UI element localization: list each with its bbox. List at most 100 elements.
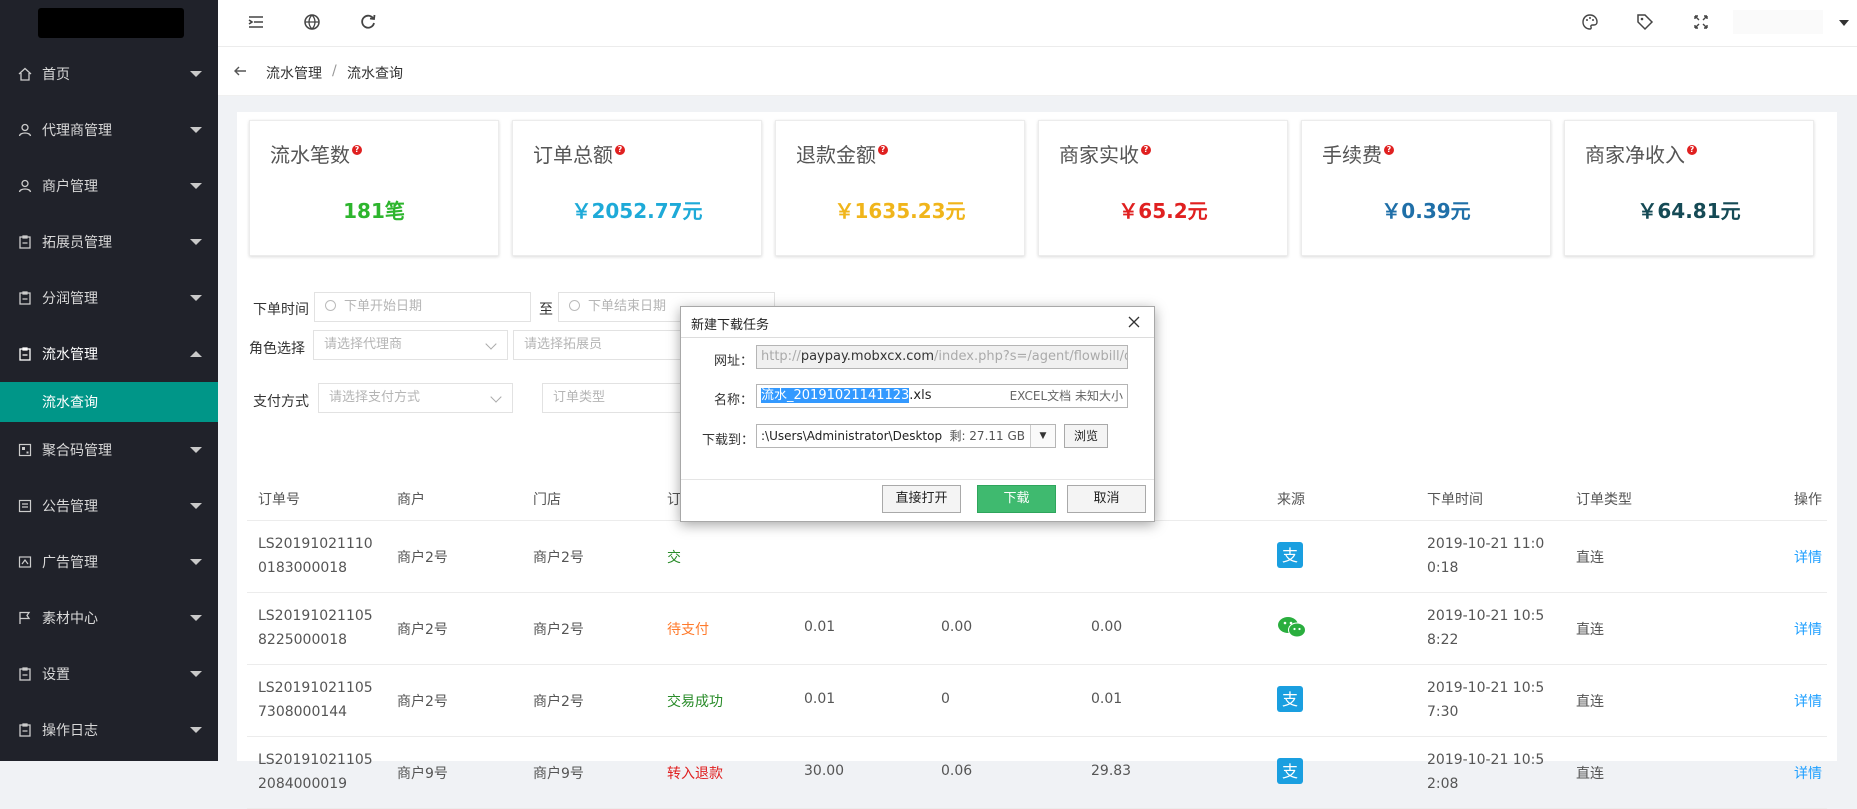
- stat-title: 商家实收?: [1059, 139, 1151, 168]
- cell-amount: 0.01: [804, 691, 836, 707]
- stat-title-text: 退款金额: [796, 143, 876, 167]
- th-status: 订: [667, 492, 681, 508]
- pay-method-select[interactable]: 请选择支付方式: [318, 383, 513, 413]
- sidebar-item-settings[interactable]: 设置: [0, 646, 218, 702]
- help-icon[interactable]: ?: [1141, 145, 1151, 155]
- detail-link[interactable]: 详情: [1794, 691, 1822, 711]
- clipboard-icon: [19, 291, 31, 305]
- theme-icon[interactable]: [1580, 12, 1600, 32]
- order-type-placeholder: 订单类型: [553, 390, 606, 405]
- cell-order-no: LS201910211058225000018: [258, 608, 373, 648]
- sidebar-item-flow[interactable]: 流水管理: [0, 326, 218, 382]
- stat-value: ￥64.81元: [1637, 199, 1741, 223]
- notice-icon: [18, 499, 32, 513]
- expander-select[interactable]: 请选择拓展员: [513, 330, 708, 360]
- cell-merchant: 商户9号: [397, 766, 448, 782]
- sidebar-item-profit[interactable]: 分润管理: [0, 270, 218, 326]
- cell-net: 29.83: [1091, 763, 1132, 779]
- caret-down-icon: [190, 615, 202, 621]
- url-field: http://paypay.mobxcx.com/index.php?s=/ag…: [756, 345, 1128, 369]
- cell-time: 2019-10-21 11:00:18: [1427, 536, 1545, 576]
- stat-title-text: 手续费: [1322, 143, 1382, 167]
- sidebar-item-log[interactable]: 操作日志: [0, 702, 218, 758]
- stat-card-count: 流水笔数? 181笔: [249, 120, 499, 256]
- cell-time: 2019-10-21 10:52:08: [1427, 752, 1545, 792]
- stat-card-order-total: 订单总额? ￥2052.77元: [512, 120, 762, 256]
- cell-fee: 0: [941, 691, 950, 707]
- help-icon[interactable]: ?: [1384, 145, 1394, 155]
- refresh-icon[interactable]: [358, 12, 378, 32]
- sidebar-subitem-flow-query[interactable]: 流水查询: [0, 382, 218, 422]
- tag-icon[interactable]: [1635, 12, 1655, 32]
- stat-title: 手续费?: [1322, 139, 1394, 168]
- dialog-header: 新建下载任务: [681, 307, 1154, 338]
- detail-link[interactable]: 详情: [1794, 547, 1822, 567]
- stat-title: 订单总额?: [533, 139, 625, 168]
- cell-fee: 0.00: [941, 619, 973, 635]
- detail-link[interactable]: 详情: [1794, 763, 1822, 783]
- sidebar-item-notice[interactable]: 公告管理: [0, 478, 218, 534]
- sidebar-item-label: 首页: [42, 67, 70, 83]
- sidebar-item-label: 代理商管理: [42, 123, 112, 139]
- back-arrow-icon[interactable]: [232, 63, 248, 79]
- user-menu[interactable]: [1733, 10, 1823, 34]
- wechat-icon: [1278, 617, 1306, 638]
- breadcrumb: 流水管理 / 流水查询: [218, 47, 1857, 96]
- dropdown-arrow-icon[interactable]: ▼: [1030, 425, 1055, 447]
- caret-down-icon: [190, 127, 202, 133]
- filename-selected: 流水_20191021141123: [761, 388, 910, 403]
- collapse-menu-icon[interactable]: [246, 12, 266, 32]
- fullscreen-icon[interactable]: [1691, 12, 1711, 32]
- sidebar-item-material[interactable]: 素材中心: [0, 590, 218, 646]
- table-row: LS201910211052084000019 商户9号 商户9号 转入退款 3…: [247, 737, 1827, 809]
- sidebar-item-qrcode[interactable]: 聚合码管理: [0, 422, 218, 478]
- stat-value: ￥2052.77元: [571, 199, 703, 223]
- cell-amount: 0.01: [804, 619, 836, 635]
- sidebar-item-home[interactable]: 首页: [0, 46, 218, 102]
- cell-store: 商户2号: [533, 694, 584, 710]
- detail-link[interactable]: 详情: [1794, 619, 1822, 639]
- agent-select[interactable]: 请选择代理商: [313, 330, 508, 360]
- breadcrumb-parent[interactable]: 流水管理: [266, 63, 322, 83]
- sidebar-item-merchants[interactable]: 商户管理: [0, 158, 218, 214]
- sidebar-item-label: 素材中心: [42, 611, 98, 627]
- pay-method-label: 支付方式: [253, 394, 309, 410]
- sidebar-item-ads[interactable]: 广告管理: [0, 534, 218, 590]
- help-icon[interactable]: ?: [615, 145, 625, 155]
- sidebar-item-expanders[interactable]: 拓展员管理: [0, 214, 218, 270]
- url-path: /index.php?s=/agent/flowbill/de: [934, 349, 1128, 364]
- cell-fee: 0.06: [941, 763, 973, 779]
- cell-status: 交易成功: [667, 694, 723, 710]
- cell-time: 2019-10-21 10:58:22: [1427, 608, 1545, 648]
- chevron-down-icon: [485, 338, 497, 350]
- close-icon[interactable]: [1126, 314, 1142, 330]
- save-path-input[interactable]: :\Users\Administrator\Desktop 剩: 27.11 GB…: [756, 424, 1056, 448]
- stat-value: ￥1635.23元: [834, 199, 966, 223]
- cancel-button[interactable]: 取消: [1067, 485, 1146, 513]
- caret-down-icon: [190, 671, 202, 677]
- start-date-input[interactable]: 下单开始日期: [314, 292, 531, 322]
- filename-input[interactable]: 流水_20191021141123.xls EXCEL文档 未知大小: [756, 384, 1128, 408]
- download-button[interactable]: 下载: [977, 485, 1056, 513]
- caret-down-icon: [190, 559, 202, 565]
- help-icon[interactable]: ?: [878, 145, 888, 155]
- cell-store: 商户9号: [533, 766, 584, 782]
- start-date-placeholder: 下单开始日期: [344, 299, 423, 314]
- cell-merchant: 商户2号: [397, 694, 448, 710]
- cell-store: 商户2号: [533, 550, 584, 566]
- open-directly-button[interactable]: 直接打开: [882, 485, 961, 513]
- stat-title-text: 商家净收入: [1585, 143, 1685, 167]
- globe-icon[interactable]: [302, 12, 322, 32]
- cell-merchant: 商户2号: [397, 550, 448, 566]
- th-type: 订单类型: [1576, 492, 1632, 508]
- browse-button[interactable]: 浏览: [1064, 424, 1108, 448]
- url-label: 网址：: [714, 354, 754, 369]
- sidebar-item-label: 操作日志: [42, 723, 98, 739]
- filename-ext: .xls: [909, 388, 932, 403]
- sidebar-item-agents[interactable]: 代理商管理: [0, 102, 218, 158]
- dialog-divider: [681, 479, 1154, 480]
- caret-down-icon[interactable]: [1839, 20, 1849, 26]
- help-icon[interactable]: ?: [1687, 145, 1697, 155]
- help-icon[interactable]: ?: [352, 145, 362, 155]
- to-label: 至: [539, 302, 553, 318]
